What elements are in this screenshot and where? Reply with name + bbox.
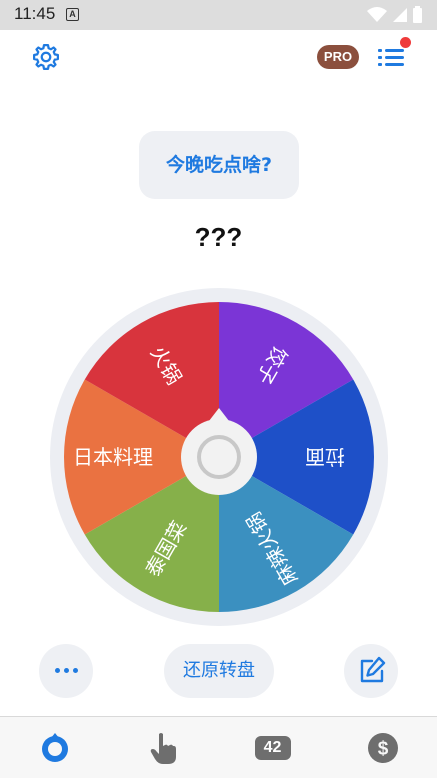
question-button[interactable]: 今晚吃点啥? xyxy=(139,131,299,199)
wheel-segment-label: 日本料理 xyxy=(73,445,153,469)
status-time: 11:45 xyxy=(14,4,56,23)
battery-icon xyxy=(413,8,422,23)
edit-icon xyxy=(360,656,386,683)
wifi-icon xyxy=(367,7,387,22)
settings-gear-icon[interactable] xyxy=(31,42,61,72)
svg-text:$: $ xyxy=(377,739,388,760)
more-dot xyxy=(55,668,60,673)
more-dot xyxy=(64,668,69,673)
status-icons xyxy=(367,6,422,23)
spin-wheel[interactable]: 饺子拉面麻辣火锅泰国菜日本料理火锅 xyxy=(50,288,388,626)
nav-coin-tab[interactable]: $ xyxy=(328,717,437,778)
dollar-icon: $ xyxy=(367,733,398,763)
notification-a-icon: A xyxy=(66,8,79,21)
nav-tap-tab[interactable] xyxy=(109,717,218,778)
signal-icon xyxy=(393,8,407,22)
wheel-segment-label: 拉面 xyxy=(305,445,345,469)
result-text: ??? xyxy=(194,222,243,252)
spinner-icon xyxy=(41,733,68,762)
restore-wheel-button[interactable]: 还原转盘 xyxy=(164,644,274,698)
notification-dot xyxy=(400,37,411,48)
bottom-nav: 42 $ xyxy=(0,716,437,778)
nav-number-tab[interactable]: 42 xyxy=(218,717,327,778)
finger-tap-icon xyxy=(150,733,176,764)
nav-wheel-tab[interactable] xyxy=(0,717,109,778)
pro-badge[interactable]: PRO xyxy=(317,45,359,69)
status-bar: 11:45 A xyxy=(0,0,437,30)
more-dot xyxy=(73,668,78,673)
number-icon: 42 xyxy=(254,736,291,760)
edit-button[interactable] xyxy=(344,644,398,698)
more-button[interactable] xyxy=(39,644,93,698)
